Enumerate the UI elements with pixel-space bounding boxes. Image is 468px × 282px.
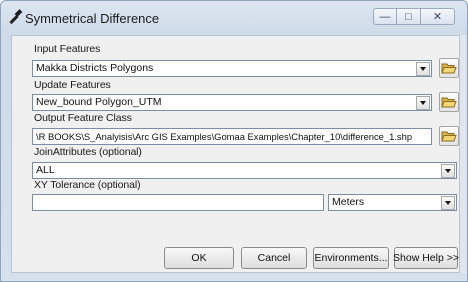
scrollbar[interactable] [460,35,466,273]
minimize-button[interactable]: — [373,8,397,25]
hammer-tool-icon [7,9,25,27]
symmetrical-difference-dialog: Symmetrical Difference — □ ✕ Input Featu… [0,0,468,282]
window-title: Symmetrical Difference [25,11,160,26]
title-bar[interactable]: Symmetrical Difference — □ ✕ [1,1,467,35]
open-folder-icon [441,97,457,108]
close-button[interactable]: ✕ [421,8,455,25]
show-help-button-label: Show Help >> [393,252,459,264]
close-icon: ✕ [432,11,443,23]
xy-tolerance-unit-select[interactable]: Meters [328,194,457,211]
minimize-icon: — [379,10,391,23]
chevron-down-icon[interactable] [416,62,430,76]
update-features-value: New_bound Polygon_UTM [36,96,162,108]
cancel-button[interactable]: Cancel [241,247,307,269]
ok-button-label: OK [191,252,207,264]
chevron-down-icon[interactable] [441,164,455,178]
open-folder-icon [441,63,457,74]
update-features-combobox[interactable]: New_bound Polygon_UTM [32,94,432,111]
ok-button[interactable]: OK [164,247,234,269]
output-feature-class-value: \R BOOKS\S_Analyisis\Arc GIS Examples\Go… [36,131,413,142]
output-feature-class-label: Output Feature Class [34,112,132,124]
update-features-browse-button[interactable] [439,92,459,112]
open-folder-icon [441,131,457,142]
cancel-button-label: Cancel [257,252,291,264]
update-features-label: Update Features [34,79,111,91]
window-controls: — □ ✕ [373,8,455,26]
dialog-body: Input Features Makka Districts Polygons … [11,35,460,273]
join-attributes-label: JoinAttributes (optional) [34,146,142,158]
xy-tolerance-label: XY Tolerance (optional) [34,179,141,191]
chevron-down-icon[interactable] [416,96,430,110]
input-features-label: Input Features [34,43,101,55]
xy-tolerance-input[interactable] [32,194,324,211]
input-features-combobox[interactable]: Makka Districts Polygons [32,60,432,77]
show-help-button[interactable]: Show Help >> [393,247,459,269]
output-feature-class-input[interactable]: \R BOOKS\S_Analyisis\Arc GIS Examples\Go… [32,128,432,145]
output-feature-class-browse-button[interactable] [439,126,459,146]
environments-button[interactable]: Environments... [313,247,389,269]
xy-tolerance-unit-value: Meters [332,196,365,208]
maximize-icon: □ [405,10,412,23]
environments-button-label: Environments... [314,252,388,264]
input-features-browse-button[interactable] [439,58,459,78]
join-attributes-value: ALL [36,164,55,176]
chevron-down-icon[interactable] [441,196,455,210]
join-attributes-select[interactable]: ALL [32,162,457,179]
maximize-button[interactable]: □ [397,8,421,25]
input-features-value: Makka Districts Polygons [36,62,154,74]
